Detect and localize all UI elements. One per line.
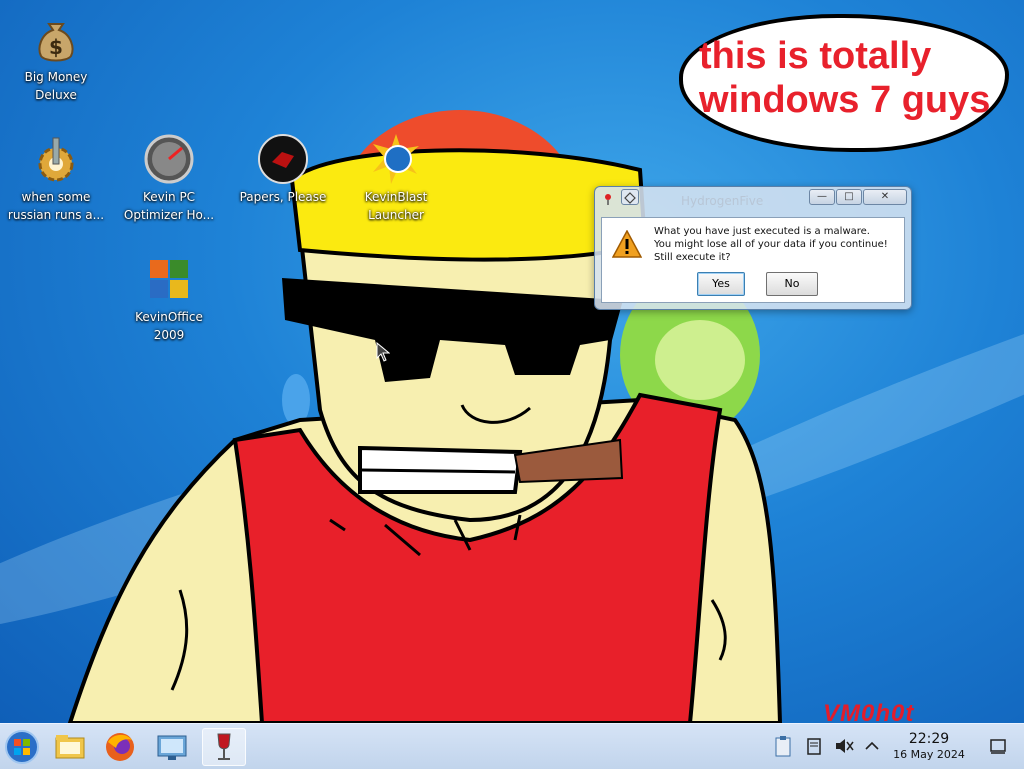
- no-button[interactable]: No: [766, 272, 818, 296]
- show-desktop-icon[interactable]: [988, 736, 1008, 756]
- control-panel-icon[interactable]: [150, 728, 194, 766]
- svg-text:$: $: [49, 35, 63, 59]
- desktop-icon-kevinblast-launcher[interactable]: KevinBlast Launcher: [340, 134, 452, 224]
- clock-time[interactable]: 22:29: [892, 731, 966, 747]
- desktop-icon-label: Kevin PC Optimizer Ho...: [113, 188, 225, 224]
- desktop-icon-russian[interactable]: when some russian runs a...: [0, 134, 112, 224]
- office-icon: [144, 254, 194, 304]
- malware-warning-dialog: HydrogenFive — □ ✕ What you have just ex…: [594, 186, 912, 310]
- minimize-button[interactable]: —: [809, 189, 835, 205]
- desktop-icon-big-money-deluxe[interactable]: $ Big Money Deluxe: [0, 14, 112, 104]
- speedometer-icon: [144, 134, 194, 184]
- yes-button[interactable]: Yes: [697, 272, 745, 296]
- dialog-message-line: Still execute it?: [654, 252, 731, 263]
- desktop-icon-kevin-pc-optimizer[interactable]: Kevin PC Optimizer Ho...: [113, 134, 225, 224]
- taskbar: [0, 723, 1024, 769]
- clipboard-icon[interactable]: [773, 734, 793, 758]
- maximize-button[interactable]: □: [836, 189, 862, 205]
- storage-icon[interactable]: [804, 736, 824, 756]
- desktop-icon-label: Papers, Please: [227, 188, 339, 206]
- wine-glass-icon[interactable]: [202, 728, 246, 766]
- desktop-icon-text: KevinOffice 2009: [135, 310, 203, 342]
- cartoon-teeth-line: [361, 468, 516, 474]
- desktop-icon-text: KevinBlast Launcher: [364, 190, 428, 222]
- window-menu-icon[interactable]: [621, 189, 639, 205]
- desktop-icon-papers-please[interactable]: Papers, Please: [227, 134, 339, 206]
- money-bag-icon: $: [31, 14, 81, 64]
- dialog-body: What you have just executed is a malware…: [601, 217, 905, 303]
- desktop-icon-text: Papers, Please: [239, 190, 327, 204]
- blast-launcher-icon: [371, 134, 421, 184]
- start-orb-icon[interactable]: [0, 728, 44, 766]
- desktop-icon-kevinoffice-2009[interactable]: KevinOffice 2009: [113, 254, 225, 344]
- desktop-icon-label: KevinOffice 2009: [113, 308, 225, 344]
- pin-icon[interactable]: [601, 191, 615, 205]
- papers-please-icon: [258, 134, 308, 184]
- desktop-icon-text: when some russian runs a...: [7, 190, 105, 222]
- dialog-message: What you have just executed is a malware…: [654, 225, 888, 264]
- chevron-up-icon[interactable]: [862, 736, 882, 756]
- warning-icon: [611, 229, 643, 262]
- desktop-icon-label: when some russian runs a...: [0, 188, 112, 224]
- firefox-icon[interactable]: [98, 728, 142, 766]
- desktop-icon-label: KevinBlast Launcher: [340, 188, 452, 224]
- muted-speaker-icon[interactable]: [833, 736, 855, 756]
- desktop-icon-label: Big Money Deluxe: [0, 68, 112, 104]
- close-button[interactable]: ✕: [863, 189, 907, 205]
- watermark-text: VM0h0t: [823, 700, 915, 723]
- file-explorer-icon[interactable]: [48, 728, 92, 766]
- desktop-icon-text: Big Money Deluxe: [24, 70, 88, 102]
- mouse-cursor-icon: [376, 342, 390, 362]
- dialog-title: HydrogenFive: [681, 194, 764, 208]
- speech-bubble-text: this is totally windows 7 guys: [699, 35, 991, 121]
- dialog-message-line: What you have just executed is a malware…: [654, 226, 870, 237]
- dialog-title-bar[interactable]: HydrogenFive — □ ✕: [595, 187, 911, 215]
- desktop-icon-text: Kevin PC Optimizer Ho...: [123, 190, 215, 222]
- desktop-background: $ Big Money Deluxe when some russian run…: [0, 0, 1024, 723]
- dialog-message-line: You might lose all of your data if you c…: [654, 239, 888, 250]
- gear-icon: [31, 134, 81, 184]
- clock-date[interactable]: 16 May 2024: [886, 748, 972, 761]
